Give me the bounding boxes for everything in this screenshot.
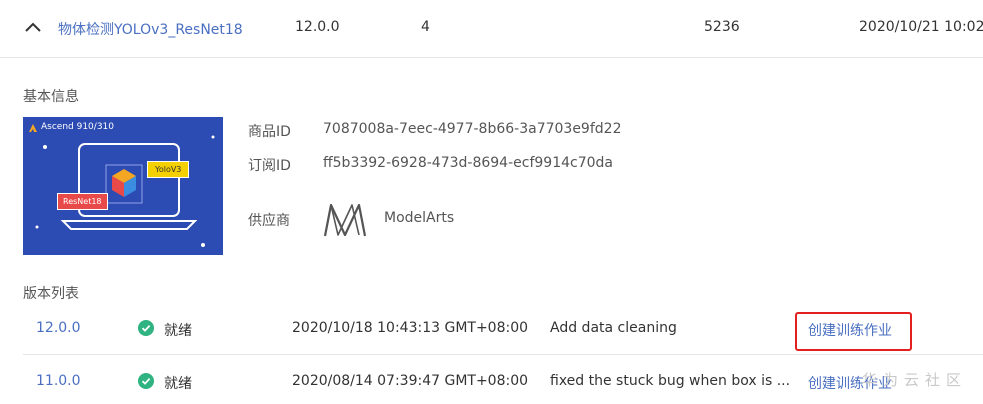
product-image: Ascend 910/310 YoloV3 ResNet18 (23, 117, 223, 255)
versions-title: 版本列表 (23, 286, 79, 302)
create-training-job-button[interactable]: 创建训练作业 (808, 320, 892, 340)
tag-yolo: YoloV3 (147, 161, 190, 178)
version-time: 2020/10/18 10:43:13 GMT+08:00 (292, 320, 529, 336)
version-desc: fixed the stuck bug when box is ... (550, 373, 791, 389)
check-circle-icon (138, 320, 154, 336)
product-time: 2020/10/21 10:02: (859, 19, 983, 35)
check-circle-icon (138, 373, 154, 389)
status-text: 就绪 (164, 376, 192, 392)
version-desc: Add data cleaning (550, 320, 677, 336)
field-label-product-id: 商品ID (248, 124, 291, 140)
field-label-subscription-id: 订阅ID (248, 158, 291, 174)
laptop-illustration (35, 135, 215, 247)
product-name-link[interactable]: 物体检测YOLOv3_ResNet18 (58, 19, 243, 39)
basic-info-title: 基本信息 (23, 89, 79, 105)
tag-resnet: ResNet18 (57, 193, 108, 210)
status-text: 就绪 (164, 323, 192, 339)
field-label-provider: 供应商 (248, 213, 290, 229)
version-time: 2020/08/14 07:39:47 GMT+08:00 (292, 373, 529, 389)
field-value-product-id: 7087008a-7eec-4977-8b66-3a7703e9fd22 (323, 121, 622, 137)
version-link[interactable]: 12.0.0 (36, 320, 81, 336)
chevron-up-icon[interactable] (24, 20, 42, 34)
product-row[interactable]: 物体检测YOLOv3_ResNet18 12.0.0 4 5236 2020/1… (0, 0, 983, 57)
product-size: 5236 (704, 19, 740, 35)
field-value-subscription-id: ff5b3392-6928-473d-8694-ecf9914c70da (323, 155, 613, 171)
version-link[interactable]: 11.0.0 (36, 373, 81, 389)
field-value-provider: ModelArts (384, 210, 455, 226)
product-version: 12.0.0 (295, 19, 340, 35)
modelarts-logo-icon (323, 203, 367, 237)
watermark: 华为云社区 (862, 371, 968, 389)
divider (23, 354, 983, 355)
product-count: 4 (421, 19, 430, 35)
divider (0, 57, 983, 58)
